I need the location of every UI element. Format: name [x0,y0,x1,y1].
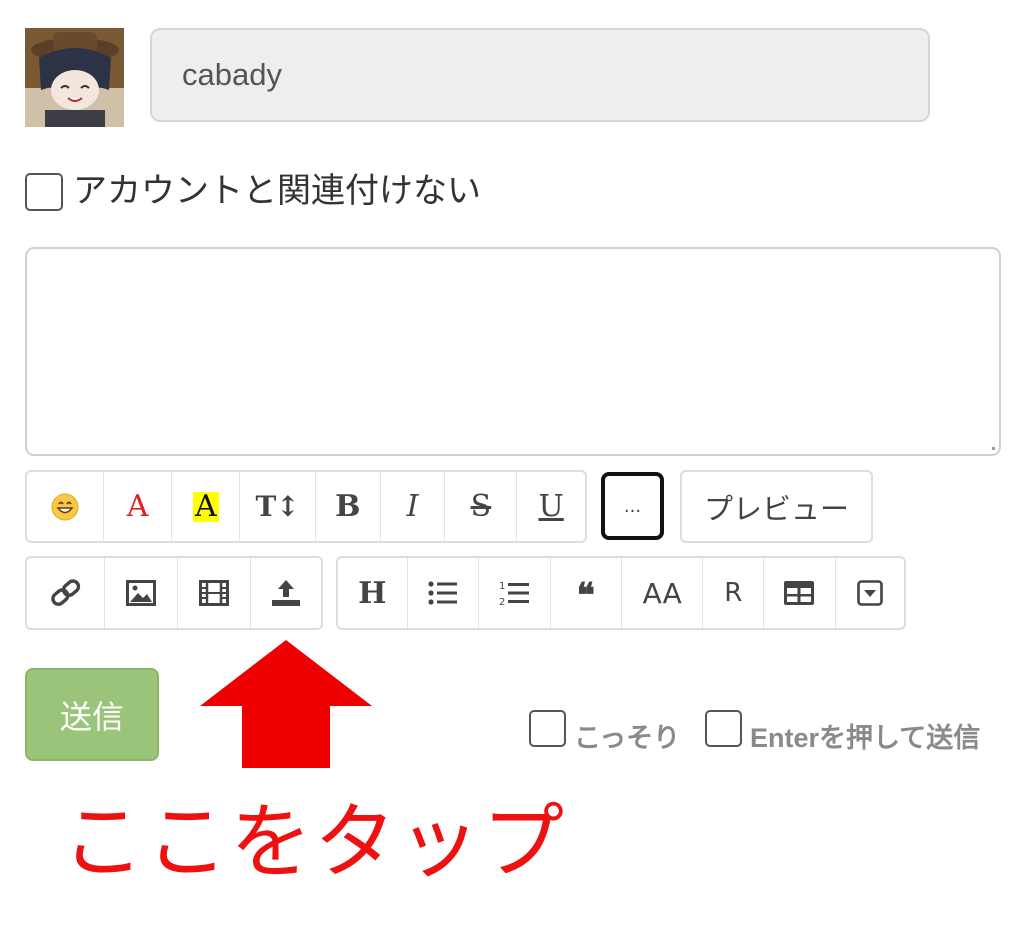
annotation-arrow-icon [200,640,372,768]
aa-button[interactable]: AA [622,558,704,628]
underline-icon: U [538,489,564,524]
bold-button[interactable]: B [316,472,381,541]
svg-text:2: 2 [499,597,505,607]
strikethrough-button[interactable]: S [445,472,518,541]
annotation-text: ここをタップ [62,795,567,890]
anonymous-option[interactable]: アカウントと関連付けない [25,162,481,212]
resize-handle[interactable] [992,447,995,450]
sneaky-option[interactable]: こっそり [529,702,680,755]
quote-icon: ❝ [576,576,595,616]
numbered-list-button[interactable]: 1 2 [479,558,551,628]
bullet-list-icon [428,581,457,605]
submit-label: 送信 [59,697,124,736]
bullet-list-button[interactable] [408,558,480,628]
numbered-list-icon: 1 2 [499,581,530,607]
submit-button[interactable]: 送信 [25,668,159,761]
comment-textarea[interactable] [25,247,1001,456]
ruby-button[interactable]: R [703,558,765,628]
more-button[interactable]: ... [601,472,664,540]
format-toolbar: A A T↕ B I S U [25,470,587,543]
quote-button[interactable]: ❝ [551,558,623,628]
font-size-button[interactable]: T↕ [240,472,316,541]
block-toolbar: H 1 2 ❝ AA R [336,556,906,630]
highlight-button[interactable]: A [172,472,241,541]
enter-submit-checkbox[interactable] [705,710,742,747]
bold-icon: B [335,489,361,524]
avatar-image [25,28,124,127]
heading-icon: H [358,575,387,611]
ruby-icon: R [724,578,743,608]
upload-icon [271,580,300,606]
dropdown-box-icon [856,580,883,606]
link-icon [50,579,80,606]
table-button[interactable] [764,558,836,628]
anonymous-checkbox[interactable] [25,173,63,211]
film-icon [198,580,229,606]
font-color-icon: A [126,489,149,524]
aa-icon: AA [642,576,682,610]
sneaky-label: こっそり [574,723,681,754]
sneaky-checkbox[interactable] [529,710,566,747]
image-button[interactable] [105,558,178,628]
media-toolbar [25,556,323,630]
anonymous-label: アカウントと関連付けない [73,170,481,211]
emoji-smile-icon [51,493,79,520]
font-size-icon: T↕ [255,490,300,523]
name-field[interactable]: cabady [150,28,930,122]
highlight-icon: A [193,488,219,524]
italic-icon: I [406,489,419,524]
avatar [25,28,124,127]
image-icon [126,580,157,606]
video-button[interactable] [178,558,251,628]
collapse-button[interactable] [836,558,904,628]
strikethrough-icon: S [470,489,492,524]
heading-button[interactable]: H [338,558,408,628]
table-icon [784,581,815,605]
enter-submit-option[interactable]: Enterを押して送信 [705,702,980,755]
font-color-button[interactable]: A [104,472,173,541]
more-label: ... [623,495,642,517]
enter-submit-label: Enterを押して送信 [750,723,981,753]
svg-text:1: 1 [499,581,505,592]
preview-button[interactable]: プレビュー [680,470,873,543]
upload-button[interactable] [251,558,322,628]
emoji-button[interactable] [27,472,104,541]
preview-label: プレビュー [703,491,849,526]
underline-button[interactable]: U [517,472,585,541]
link-button[interactable] [27,558,106,628]
italic-button[interactable]: I [381,472,446,541]
